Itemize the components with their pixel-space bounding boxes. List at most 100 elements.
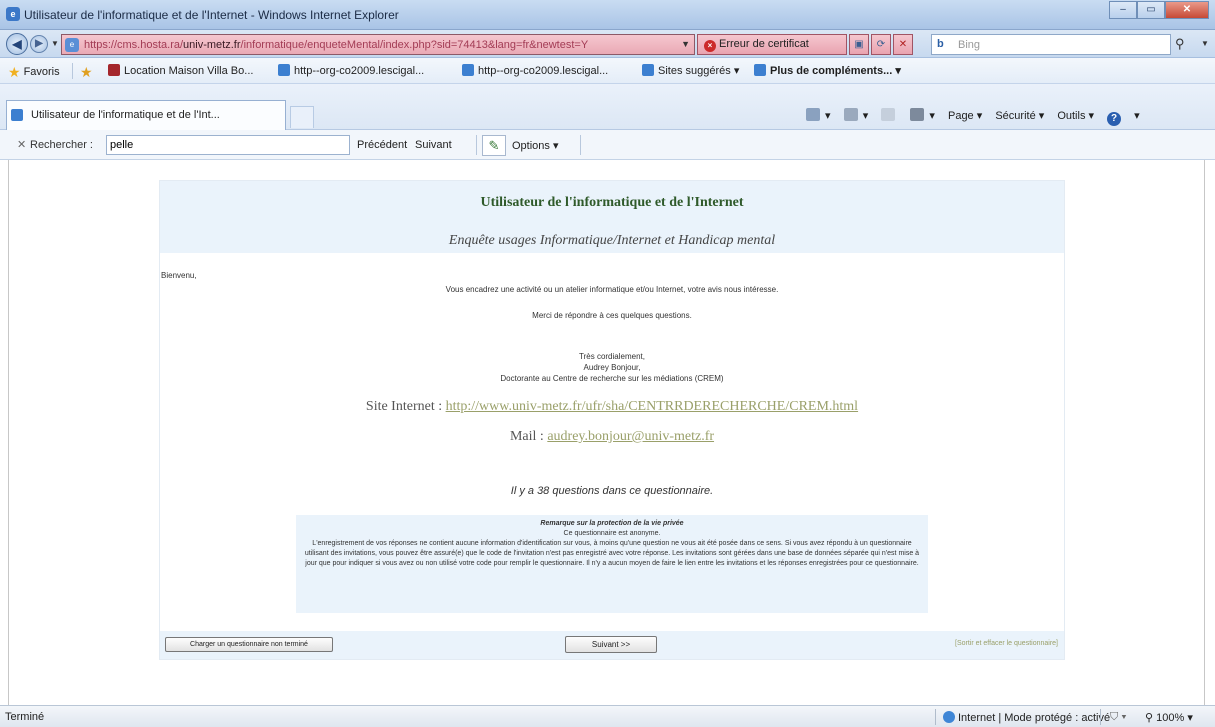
rss-feed-icon [843, 108, 858, 121]
print-icon [910, 108, 925, 121]
search-icon[interactable]: ⚲ [1175, 36, 1185, 52]
suggested-sites-button[interactable]: Sites suggérés ▾ [642, 64, 739, 77]
stop-button[interactable]: ✕ [893, 34, 913, 55]
find-bar: ✕ Rechercher : Précédent Suivant ✎ Optio… [0, 130, 1215, 160]
url-domain: univ-metz.fr [183, 39, 241, 51]
compat-view-icon: ▣ [854, 39, 864, 50]
protected-mode-icon: ⛉ [1110, 711, 1119, 723]
back-button[interactable]: ◀ [6, 33, 28, 55]
security-menu[interactable]: Sécurité ▾ [995, 110, 1044, 122]
home-button[interactable]: ▾ [806, 108, 831, 122]
website-line: Site Internet : http://www.univ-metz.fr/… [160, 399, 1064, 415]
zoom-button[interactable]: ⚲ 100% ▾ [1145, 711, 1193, 724]
print-button[interactable]: ▾ [910, 108, 935, 122]
status-bar: Terminé Internet | Mode protégé : activé… [0, 705, 1215, 727]
favorite-label: http--org-co2009.lescigal... [294, 65, 425, 77]
refresh-button[interactable]: ⟳ [871, 34, 891, 55]
minimize-button[interactable]: – [1109, 1, 1137, 19]
find-next-button[interactable]: Suivant [415, 139, 452, 151]
globe-icon [943, 711, 955, 723]
signature: Très cordialement, Audrey Bonjour, Docto… [160, 351, 1064, 384]
intro-text: Vous encadrez une activité ou un atelier… [445, 285, 779, 294]
title-bar: e Utilisateur de l'informatique et de l'… [0, 0, 1215, 30]
tab-bar: Utilisateur de l'informatique et de l'In… [0, 84, 1215, 130]
ie-page-icon [642, 64, 654, 76]
thanks-text: Merci de répondre à ces quelques questio… [532, 311, 692, 320]
forward-arrow-icon: ▶ [35, 38, 43, 49]
tab-active[interactable]: Utilisateur de l'informatique et de l'In… [6, 100, 286, 130]
add-favorite-button[interactable]: ★ [80, 64, 96, 81]
favorites-label: Favoris [23, 66, 60, 78]
close-icon: ✕ [1182, 4, 1192, 15]
zoom-icon: ⚲ [1145, 712, 1154, 724]
url-text[interactable]: https://cms.hosta.ra/univ-metz.fr/inform… [84, 39, 588, 51]
ie-page-icon [754, 64, 766, 76]
website-link[interactable]: http://www.univ-metz.fr/ufr/sha/CENTRRDE… [446, 399, 858, 414]
survey-navigation: Charger un questionnaire non terminé Sui… [160, 631, 1064, 659]
find-label: Rechercher : [30, 139, 93, 151]
load-unfinished-button[interactable]: Charger un questionnaire non terminé [165, 637, 333, 652]
question-count: Il y a 38 questions dans ce questionnair… [510, 485, 714, 497]
status-text: Terminé [5, 711, 45, 723]
website-label: Site Internet : [365, 399, 446, 414]
ie-app-icon[interactable]: e [6, 7, 20, 21]
window-controls: – ▭ ✕ [1109, 1, 1209, 19]
search-input[interactable]: b Bing [931, 34, 1171, 55]
ie-page-icon [278, 64, 290, 76]
favorite-link-org1[interactable]: http--org-co2009.lescigal... [278, 64, 424, 77]
maximize-button[interactable]: ▭ [1137, 1, 1165, 19]
highlight-matches-button[interactable]: ✎ [482, 135, 506, 156]
mail-label: Mail : [509, 429, 548, 444]
url-dropdown-icon[interactable]: ▼ [681, 39, 690, 49]
url-suffix: /informatique/enqueteMental/index.php?si… [240, 39, 589, 51]
exit-clear-link[interactable]: [Sortir et effacer le questionnaire] [955, 640, 1058, 647]
page-menu[interactable]: Page ▾ [948, 110, 982, 122]
signature-line: Très cordialement, [579, 352, 645, 361]
new-tab-button[interactable] [290, 106, 314, 128]
zone-label: Internet | Mode protégé : activé [958, 712, 1111, 724]
favorite-link-location[interactable]: Location Maison Villa Bo... [108, 64, 253, 77]
next-button[interactable]: Suivant >> [565, 636, 657, 653]
find-input[interactable] [106, 135, 350, 155]
separator [1100, 709, 1101, 725]
mail-line: Mail : audrey.bonjour@univ-metz.fr [160, 429, 1064, 445]
privacy-heading: Remarque sur la protection de la vie pri… [540, 520, 684, 527]
cert-error-label: Erreur de certificat [719, 38, 809, 50]
security-zone[interactable]: Internet | Mode protégé : activé [943, 711, 1110, 724]
separator [580, 135, 581, 155]
help-button[interactable]: ? ▾ [1107, 110, 1140, 126]
more-addons-button[interactable]: Plus de compléments... ▾ [754, 64, 901, 77]
url-field[interactable]: e https://cms.hosta.ra/univ-metz.fr/info… [61, 34, 695, 55]
zoom-level: 100% [1156, 712, 1185, 724]
back-arrow-icon: ◀ [12, 37, 22, 51]
close-button[interactable]: ✕ [1165, 1, 1209, 19]
favorites-bar: ★ Favoris ★ Location Maison Villa Bo... h… [0, 58, 1215, 84]
feeds-button[interactable]: ▾ [843, 108, 868, 122]
tab-label: Utilisateur de l'informatique et de l'In… [31, 109, 220, 121]
minimize-icon: – [1120, 4, 1126, 15]
favorite-link-org2[interactable]: http--org-co2009.lescigal... [462, 64, 608, 77]
find-options-button[interactable]: Options ▾ [512, 139, 559, 152]
survey-title: Utilisateur de l'informatique et de l'In… [480, 195, 744, 210]
site-favicon-icon: e [65, 38, 79, 52]
maximize-icon: ▭ [1146, 4, 1156, 15]
close-find-icon[interactable]: ✕ [17, 138, 26, 151]
status-tools-button[interactable]: ⛉ ▾ [1110, 711, 1127, 724]
help-icon: ? [1107, 112, 1122, 126]
read-mail-button[interactable] [881, 108, 897, 122]
history-dropdown-icon[interactable]: ▼ [51, 39, 59, 48]
privacy-body: L'enregistrement de vos réponses ne cont… [304, 540, 920, 567]
search-options-icon[interactable]: ▼ [1201, 39, 1209, 48]
ie-page-icon [11, 109, 23, 121]
favorites-button[interactable]: ★ Favoris [8, 64, 60, 81]
mail-link[interactable]: audrey.bonjour@univ-metz.fr [547, 429, 714, 444]
forward-button[interactable]: ▶ [30, 35, 48, 53]
survey-container: Utilisateur de l'informatique et de l'In… [159, 180, 1065, 660]
separator [935, 709, 936, 725]
certificate-error-button[interactable]: × Erreur de certificat [697, 34, 847, 55]
find-previous-button[interactable]: Précédent [357, 139, 407, 151]
compatibility-view-button[interactable]: ▣ [849, 34, 869, 55]
tools-menu[interactable]: Outils ▾ [1057, 110, 1094, 122]
separator [72, 63, 73, 79]
window-title: Utilisateur de l'informatique et de l'In… [24, 8, 399, 22]
